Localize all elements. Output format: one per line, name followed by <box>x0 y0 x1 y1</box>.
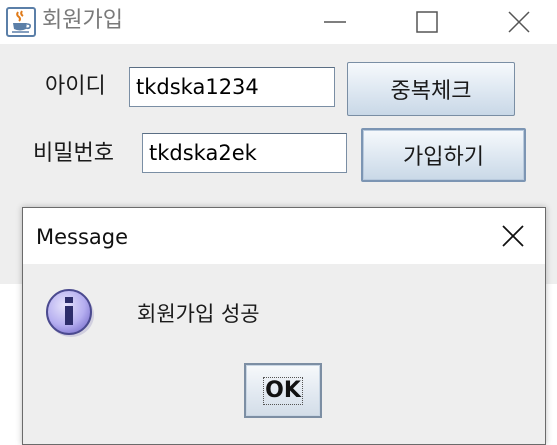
close-window-button[interactable] <box>496 0 542 44</box>
dialog-message: 회원가입 성공 <box>137 302 260 326</box>
password-input[interactable]: tkdska2ek <box>142 133 347 173</box>
join-button[interactable]: 가입하기 <box>361 128 526 182</box>
id-label: 아이디 <box>45 74 106 99</box>
java-cup-icon <box>6 7 36 37</box>
password-label: 비밀번호 <box>33 141 114 166</box>
message-dialog: Message 회원가입 성공 OK <box>22 207 546 445</box>
maximize-icon <box>416 11 438 33</box>
close-icon <box>502 225 524 247</box>
ok-button-label: OK <box>263 376 303 405</box>
ok-button[interactable]: OK <box>244 363 322 418</box>
information-icon <box>44 286 96 338</box>
main-title-bar: 회원가입 <box>0 0 557 44</box>
window-title: 회원가입 <box>42 8 123 33</box>
minimize-button[interactable] <box>312 0 358 44</box>
dialog-title: Message <box>36 225 129 249</box>
maximize-button[interactable] <box>404 0 450 44</box>
close-icon <box>508 11 530 33</box>
duplicate-check-button[interactable]: 중복체크 <box>347 62 515 116</box>
dialog-close-button[interactable] <box>493 216 533 256</box>
id-input[interactable]: tkdska1234 <box>129 67 335 107</box>
minimize-icon <box>324 21 346 23</box>
dialog-title-bar: Message <box>23 208 545 264</box>
